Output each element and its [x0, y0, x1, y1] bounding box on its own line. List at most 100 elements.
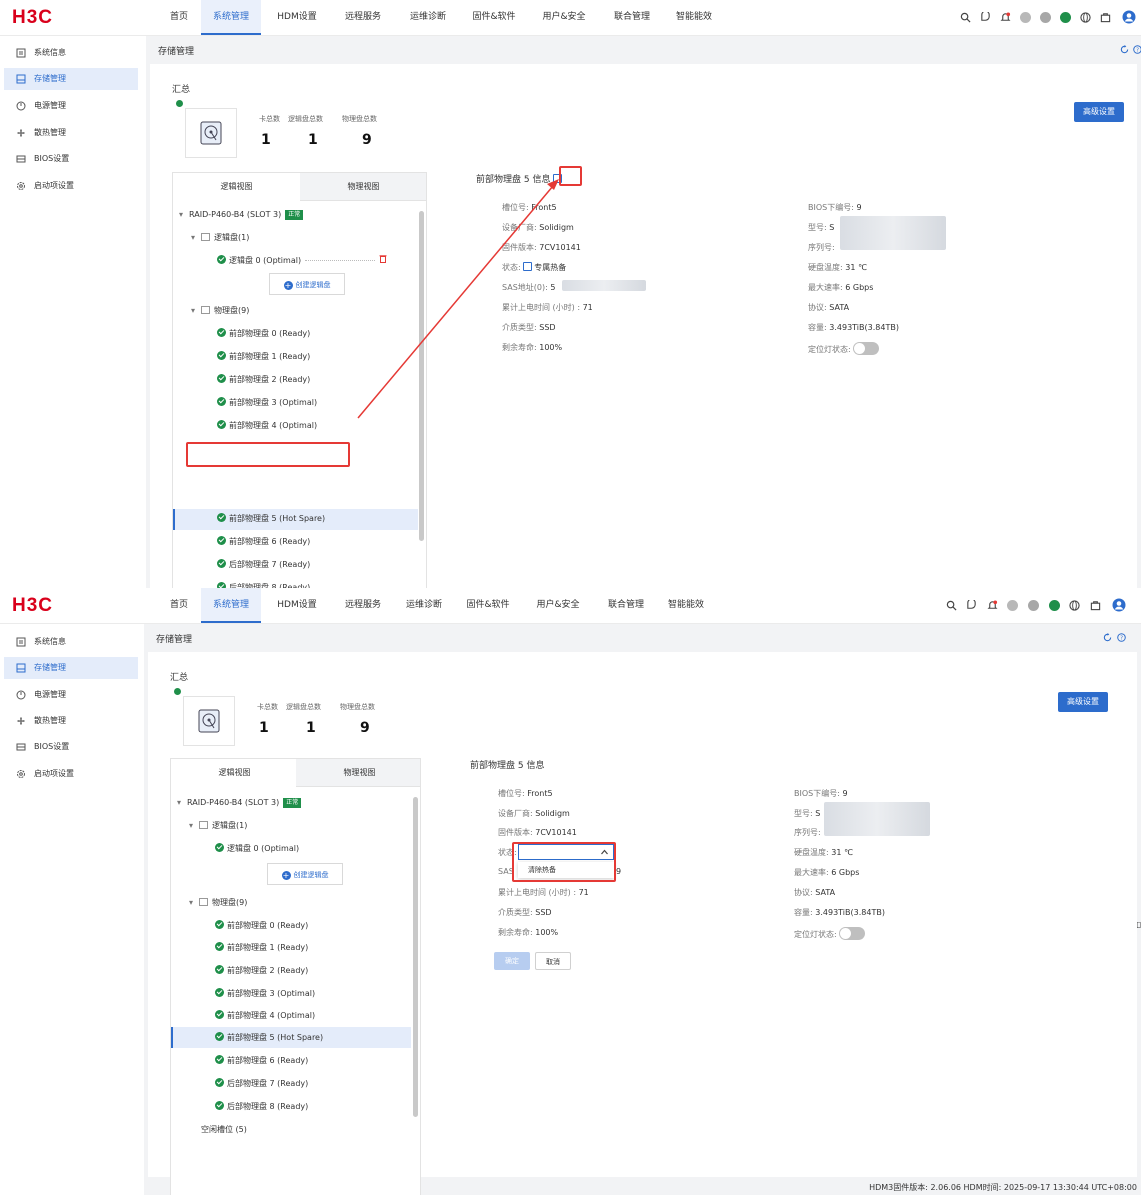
sidebar-item-storage[interactable]: 存储管理 — [4, 657, 138, 679]
tree-disk-5[interactable]: 前部物理盘 5 (Hot Spare) — [217, 509, 325, 529]
status-gray-icon-2[interactable] — [1040, 12, 1051, 23]
power-on-icon[interactable] — [1049, 600, 1060, 611]
tree-disk-2[interactable]: 前部物理盘 2 (Ready) — [215, 961, 308, 981]
tree-free-slots[interactable]: 空闲槽位 (5) — [201, 1120, 247, 1140]
nav-remote[interactable]: 远程服务 — [334, 0, 392, 35]
nav-ops[interactable]: 运维诊断 — [400, 0, 456, 35]
user-avatar-icon[interactable] — [1122, 10, 1136, 24]
advanced-settings-button[interactable]: 高级设置 — [1074, 102, 1124, 122]
tree-disk-0[interactable]: 前部物理盘 0 (Ready) — [217, 324, 310, 344]
tree-disk-7[interactable]: 后部物理盘 7 (Ready) — [215, 1074, 308, 1094]
status-gray-icon-2[interactable] — [1028, 600, 1039, 611]
sidebar-item-bios[interactable]: BIOS设置 — [4, 148, 138, 170]
tree-disk-1[interactable]: 前部物理盘 1 (Ready) — [215, 938, 308, 958]
bag-icon[interactable] — [1090, 600, 1101, 611]
nav-system[interactable]: 系统管理 — [201, 588, 261, 623]
chevron-down-icon[interactable]: ▾ — [179, 205, 189, 225]
nav-federation[interactable]: 联合管理 — [604, 0, 660, 35]
search-icon[interactable] — [946, 600, 957, 611]
tree-disk-6[interactable]: 前部物理盘 6 (Ready) — [217, 532, 310, 552]
advanced-settings-button[interactable]: 高级设置 — [1058, 692, 1108, 712]
tree-scrollbar[interactable] — [419, 211, 424, 541]
tree-disk-2[interactable]: 前部物理盘 2 (Ready) — [217, 370, 310, 390]
tree-controller[interactable]: ▾ RAID-P460-B4 (SLOT 3) 正常 — [177, 793, 302, 813]
tree-disk-7[interactable]: 后部物理盘 7 (Ready) — [217, 555, 310, 575]
locate-led-toggle[interactable] — [853, 342, 880, 355]
bell-icon[interactable] — [1000, 12, 1011, 23]
tree-logical-disk[interactable]: 逻辑盘 0 (Optimal) — [215, 839, 299, 859]
refresh-icon[interactable] — [1103, 633, 1112, 642]
nav-firmware[interactable]: 固件&软件 — [456, 588, 520, 623]
nav-firmware[interactable]: 固件&软件 — [462, 0, 526, 35]
tab-logical-view[interactable]: 逻辑视图 — [173, 173, 300, 201]
trash-icon[interactable] — [379, 254, 387, 263]
locate-led-toggle[interactable] — [839, 927, 866, 940]
bag-icon[interactable] — [1100, 12, 1111, 23]
tree-logical-disk[interactable]: 逻辑盘 0 (Optimal) — [217, 251, 387, 271]
sidebar-item-power[interactable]: 电源管理 — [4, 95, 138, 117]
sidebar-item-power[interactable]: 电源管理 — [4, 684, 138, 706]
cancel-button[interactable]: 取消 — [535, 952, 571, 970]
chevron-down-icon[interactable]: ▾ — [177, 793, 187, 813]
nav-home[interactable]: 首页 — [160, 588, 198, 623]
tree-physical-group[interactable]: ▾ 物理盘(9) — [191, 301, 249, 321]
nav-ops[interactable]: 运维诊断 — [396, 588, 452, 623]
tree-disk-3[interactable]: 前部物理盘 3 (Optimal) — [215, 984, 315, 1004]
tab-physical-view[interactable]: 物理视图 — [296, 759, 420, 787]
tree-scrollbar[interactable] — [413, 797, 418, 1117]
status-gray-icon[interactable] — [1020, 12, 1031, 23]
tree-disk-6[interactable]: 前部物理盘 6 (Ready) — [215, 1051, 308, 1071]
chevron-down-icon[interactable]: ▾ — [189, 893, 199, 913]
chevron-down-icon[interactable]: ▾ — [191, 301, 201, 321]
create-logical-disk-button[interactable]: + 创建逻辑盘 — [269, 273, 345, 295]
tree-physical-group[interactable]: ▾ 物理盘(9) — [189, 893, 247, 913]
tree-logical-group[interactable]: ▾ 逻辑盘(1) — [191, 228, 249, 248]
sidebar-item-cooling[interactable]: 散热管理 — [4, 122, 138, 144]
bell-icon[interactable] — [987, 600, 998, 611]
tree-disk-8[interactable]: 后部物理盘 8 (Ready) — [215, 1097, 308, 1117]
tab-physical-view[interactable]: 物理视图 — [300, 173, 426, 201]
tree-disk-8[interactable]: 后部物理盘 8 (Ready) — [217, 578, 310, 588]
nav-hdm-settings[interactable]: HDM设置 — [266, 0, 328, 35]
tree-disk-4[interactable]: 前部物理盘 4 (Optimal) — [217, 416, 317, 436]
chat-icon[interactable] — [980, 12, 991, 23]
tree-controller[interactable]: ▾ RAID-P460-B4 (SLOT 3) 正常 — [179, 205, 304, 225]
edit-icon[interactable] — [523, 262, 533, 271]
confirm-button[interactable]: 确定 — [494, 952, 530, 970]
sidebar-item-boot[interactable]: 启动项设置 — [4, 175, 138, 197]
help-icon[interactable]: ? — [1133, 45, 1141, 54]
search-icon[interactable] — [960, 12, 971, 23]
tree-disk-5[interactable]: 前部物理盘 5 (Hot Spare) — [215, 1028, 323, 1048]
chevron-down-icon[interactable]: ▾ — [191, 228, 201, 248]
create-logical-disk-button[interactable]: + 创建逻辑盘 — [267, 863, 343, 885]
tree-disk-0[interactable]: 前部物理盘 0 (Ready) — [215, 916, 308, 936]
nav-hdm-settings[interactable]: HDM设置 — [266, 588, 328, 623]
sidebar-item-storage[interactable]: 存储管理 — [4, 68, 138, 90]
globe-icon[interactable] — [1080, 12, 1091, 23]
nav-remote[interactable]: 远程服务 — [334, 588, 392, 623]
sidebar-item-system-info[interactable]: 系统信息 — [4, 631, 138, 653]
tree-disk-3[interactable]: 前部物理盘 3 (Optimal) — [217, 393, 317, 413]
user-avatar-icon[interactable] — [1112, 598, 1126, 612]
nav-energy[interactable]: 智能能效 — [658, 588, 714, 623]
nav-federation[interactable]: 联合管理 — [598, 588, 654, 623]
tab-logical-view[interactable]: 逻辑视图 — [171, 759, 298, 787]
tree-disk-1[interactable]: 前部物理盘 1 (Ready) — [217, 347, 310, 367]
nav-system[interactable]: 系统管理 — [201, 0, 261, 35]
power-on-icon[interactable] — [1060, 12, 1071, 23]
chat-icon[interactable] — [966, 600, 977, 611]
sidebar-item-system-info[interactable]: 系统信息 — [4, 42, 138, 64]
sidebar-item-bios[interactable]: BIOS设置 — [4, 736, 138, 758]
sidebar-item-boot[interactable]: 启动项设置 — [4, 763, 138, 785]
nav-user-security[interactable]: 用户&安全 — [532, 0, 596, 35]
globe-icon[interactable] — [1069, 600, 1080, 611]
refresh-icon[interactable] — [1120, 45, 1129, 54]
chevron-down-icon[interactable]: ▾ — [189, 816, 199, 836]
status-gray-icon[interactable] — [1007, 600, 1018, 611]
nav-home[interactable]: 首页 — [160, 0, 198, 35]
nav-energy[interactable]: 智能能效 — [666, 0, 722, 35]
tree-disk-4[interactable]: 前部物理盘 4 (Optimal) — [215, 1006, 315, 1026]
sidebar-item-cooling[interactable]: 散热管理 — [4, 710, 138, 732]
nav-user-security[interactable]: 用户&安全 — [526, 588, 590, 623]
tree-logical-group[interactable]: ▾ 逻辑盘(1) — [189, 816, 247, 836]
